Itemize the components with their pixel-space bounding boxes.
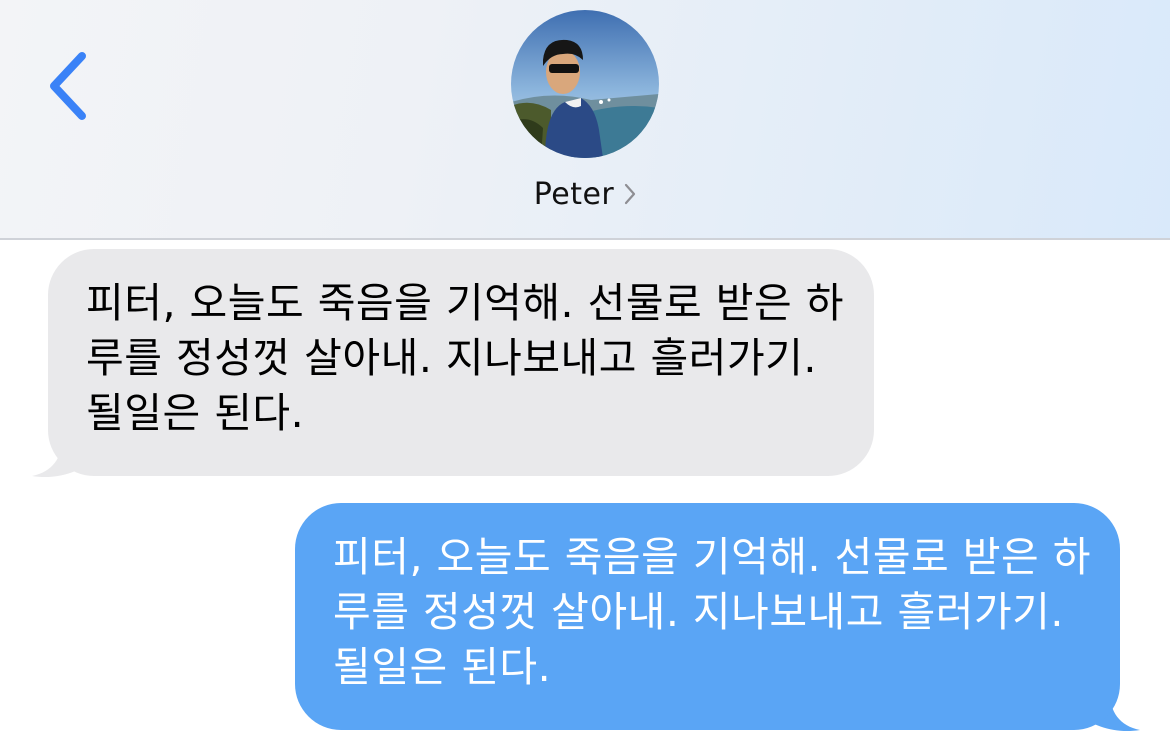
avatar[interactable] xyxy=(511,10,659,158)
contact-name: Peter xyxy=(533,176,615,212)
sent-message-bubble[interactable]: 피터, 오늘도 죽음을 기억해. 선물로 받은 하루를 정성껏 살아내. 지나보… xyxy=(295,503,1120,730)
avatar-photo xyxy=(511,10,659,158)
message-text: 피터, 오늘도 죽음을 기억해. 선물로 받은 하루를 정성껏 살아내. 지나보… xyxy=(333,533,1091,691)
received-message-bubble[interactable]: 피터, 오늘도 죽음을 기억해. 선물로 받은 하루를 정성껏 살아내. 지나보… xyxy=(48,249,874,476)
contact-name-button[interactable]: Peter xyxy=(0,172,1170,216)
chevron-right-icon xyxy=(624,183,636,205)
conversation-header: Peter xyxy=(0,0,1170,240)
chevron-left-icon xyxy=(50,52,86,120)
message-text: 피터, 오늘도 죽음을 기억해. 선물로 받은 하루를 정성껏 살아내. 지나보… xyxy=(86,279,844,437)
back-button[interactable] xyxy=(44,50,94,122)
